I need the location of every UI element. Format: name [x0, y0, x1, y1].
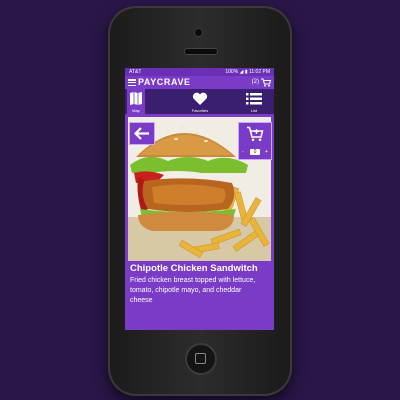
signal-icon: ◢ [239, 69, 244, 75]
add-to-cart-panel[interactable]: - 0 + [238, 122, 272, 160]
cart-icon[interactable] [261, 78, 271, 87]
list-icon [246, 93, 262, 105]
item-title: Chipotle Chicken Sandwitch [130, 263, 258, 274]
tab-bar: Map Favorites List [125, 89, 274, 114]
carrier-label: AT&T [129, 69, 142, 75]
tab-list-label: List [250, 108, 258, 113]
map-icon [130, 92, 142, 105]
heart-icon [192, 92, 208, 105]
status-bar: AT&T 100% ◢ ▮ 11:02 PM [125, 68, 274, 76]
increase-button[interactable]: + [265, 149, 268, 156]
earpiece-speaker [184, 48, 218, 55]
tab-favorites-label: Favorites [191, 108, 209, 113]
quantity-value: 0 [250, 149, 260, 155]
status-right: 100% ◢ ▮ 11:02 PM [225, 68, 270, 76]
battery-icon: ▮ [244, 69, 248, 75]
item-description: Fried chicken breast topped with lettuce… [130, 277, 256, 304]
hamburger-menu-icon[interactable] [128, 79, 136, 87]
back-arrow-icon [133, 127, 149, 140]
tab-map-label: Map [132, 108, 140, 113]
brand-title: PAYCRAVE [138, 77, 191, 87]
battery-label: 100% [225, 69, 239, 75]
back-button[interactable] [129, 122, 155, 145]
app-screen: AT&T 100% ◢ ▮ 11:02 PM PAYCRAVE (2) Map [125, 68, 274, 330]
time-label: 11:02 PM [248, 69, 270, 75]
front-camera [194, 28, 203, 37]
app-bar: PAYCRAVE (2) [125, 76, 274, 89]
add-to-cart-icon [247, 126, 264, 142]
home-button[interactable] [185, 343, 217, 375]
tab-favorites[interactable]: Favorites [175, 89, 225, 114]
tab-list[interactable]: List [235, 89, 273, 114]
tab-map[interactable]: Map [127, 89, 145, 114]
quantity-stepper[interactable]: - 0 + [241, 149, 269, 156]
cart-count: (2) [251, 79, 259, 85]
decrease-button[interactable]: - [242, 149, 244, 156]
